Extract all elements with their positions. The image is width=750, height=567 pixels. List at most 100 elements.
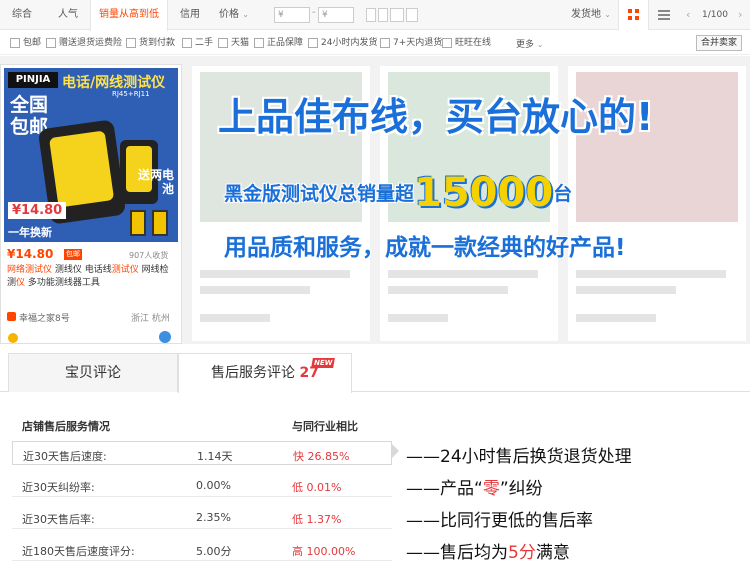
- filter-genuine[interactable]: 正品保障: [254, 37, 303, 51]
- gift-batteries-label: 送两电池: [137, 168, 174, 196]
- free-shipping-badge: 包邮: [64, 249, 82, 260]
- row-compare: 高 100.00%: [292, 545, 356, 558]
- row-value: 5.00分: [196, 545, 232, 558]
- filter-7day-return[interactable]: 7+天内退货: [380, 37, 442, 51]
- title-keyword: 网络测试仪: [7, 265, 53, 275]
- new-badge: NEW: [311, 358, 336, 368]
- row-pointer: [392, 444, 399, 458]
- warranty-label: 一年换新: [8, 226, 52, 239]
- chevron-down-icon: ⌄: [604, 10, 611, 19]
- sort-price[interactable]: 价格 ⌄: [214, 0, 254, 30]
- image-price-tag: ¥14.80: [8, 202, 67, 219]
- sort-popularity[interactable]: 人气: [46, 0, 90, 30]
- shop-link[interactable]: 幸福之家8号: [7, 311, 70, 324]
- title-keyword: 仪: [16, 278, 26, 288]
- chevron-down-icon: ⌄: [536, 40, 544, 49]
- note-text: ”纠纷: [499, 479, 543, 499]
- more-filters-link[interactable]: 更多 ⌄: [516, 37, 544, 50]
- row-label: 近30天纠纷率:: [22, 481, 95, 494]
- note-5-score: ——售后均为5分满意: [406, 538, 570, 563]
- sort-credit[interactable]: 信用: [168, 0, 212, 30]
- title-text: 测线仪 电话线: [52, 265, 112, 275]
- tab-after-sale-label: 售后服务评论: [211, 365, 296, 381]
- banner-slogan-quality: 用品质和服务，成就一款经典的好产品!: [224, 235, 626, 261]
- banner-slogan-sales: 黑金版测试仪总销量超15000台: [224, 170, 572, 216]
- list-icon: [658, 10, 670, 20]
- sales-slogan-suffix: 台: [553, 183, 573, 205]
- tab-product-reviews[interactable]: 宝贝评论: [8, 353, 178, 392]
- list-view-button[interactable]: [648, 0, 678, 30]
- title-keyword: 测试仪: [111, 265, 139, 275]
- note-zero-disputes: ——产品“零”纠纷: [406, 474, 543, 499]
- table-row: 近180天售后速度评分: 5.00分 高 100.00%: [12, 537, 392, 561]
- filter-return-insurance[interactable]: 赠送退货运费险: [46, 37, 122, 51]
- combine-sellers-button[interactable]: 合并卖家: [696, 35, 742, 51]
- filter-wangwang-online[interactable]: 旺旺在线: [442, 37, 491, 51]
- table-header-compare: 与同行业相比: [292, 420, 358, 433]
- row-label: 近30天售后率:: [22, 513, 95, 526]
- histogram-bar: [406, 8, 418, 22]
- prev-page-icon[interactable]: ‹: [686, 0, 690, 30]
- row-value: 2.35%: [196, 511, 231, 524]
- filter-ship-24h[interactable]: 24小时内发货: [308, 37, 377, 51]
- review-tabs: 宝贝评论 售后服务评论 27: [0, 349, 750, 393]
- note-text: ——产品“: [406, 479, 483, 499]
- product-image-title: 电话/网线测试仪: [62, 75, 166, 91]
- row-compare: 快 26.85%: [293, 450, 350, 463]
- note-24h-service: ——24小时售后换货退货处理: [406, 447, 632, 467]
- note-text: ——售后均为: [406, 543, 508, 563]
- banner-slogan-main: 上品佳布线，买台放心的!: [218, 95, 654, 139]
- sort-sales-desc[interactable]: 销量从高到低: [90, 0, 168, 31]
- grid-view-button[interactable]: [618, 0, 648, 30]
- brand-logo: PINJIA: [8, 72, 58, 88]
- chevron-down-icon: ⌄: [242, 10, 249, 19]
- product-title[interactable]: 网络测试仪 测线仪 电话线测试仪 网线检测仪 多功能测线器工具: [7, 264, 175, 290]
- histogram-bar: [366, 8, 376, 22]
- row-label: 近30天售后速度:: [23, 450, 107, 463]
- histogram-bar: [390, 8, 404, 22]
- sort-price-label: 价格: [219, 9, 240, 20]
- row-label: 近180天售后速度评分:: [22, 545, 135, 558]
- product-card[interactable]: PINJIA 电话/网线测试仪 RJ45+RJ11 全国包邮 送两电池 ¥14.…: [0, 64, 182, 344]
- filter-tmall[interactable]: 天猫: [218, 37, 249, 51]
- row-compare: 低 1.37%: [292, 513, 342, 526]
- more-filters-label: 更多: [516, 40, 535, 50]
- product-image[interactable]: PINJIA 电话/网线测试仪 RJ45+RJ11 全国包邮 送两电池 ¥14.…: [4, 68, 178, 242]
- gold-seller-icon: [8, 333, 18, 343]
- price-range-histogram[interactable]: [366, 8, 418, 22]
- note-text: 满意: [535, 543, 570, 563]
- grid-icon: [628, 9, 640, 21]
- filter-second-hand[interactable]: 二手: [182, 37, 213, 51]
- price-min-input[interactable]: ¥: [274, 7, 310, 23]
- wangwang-chat-icon[interactable]: [159, 331, 171, 343]
- row-value: 0.00%: [196, 479, 231, 492]
- note-highlight: 零: [482, 479, 500, 499]
- sort-bar: 综合 人气 销量从高到低 信用 价格 ⌄ ¥ - ¥ 发货地 ⌄ ‹ 1/100…: [0, 0, 750, 31]
- page-indicator: 1/100: [702, 10, 728, 20]
- sales-number: 15000: [414, 170, 554, 216]
- table-row: 近30天售后速度: 1.14天 快 26.85%: [12, 441, 392, 465]
- sort-default[interactable]: 综合: [0, 0, 44, 30]
- note-low-after-sale-rate: ——比同行更低的售后率: [406, 511, 593, 531]
- note-highlight: 5分: [508, 543, 536, 563]
- title-text: 多功能测线器工具: [25, 278, 100, 288]
- histogram-bar: [378, 8, 388, 22]
- price-max-input[interactable]: ¥: [318, 7, 354, 23]
- filter-bar: 包邮 赠送退货运费险 货到付款 二手 天猫 正品保障 24小时内发货 7+天内退…: [0, 31, 750, 55]
- promo-banner: PINJIA 电话/网线测试仪 RJ45+RJ11 全国包邮 送两电池 ¥14.…: [0, 56, 750, 344]
- ship-from-label: 发货地: [571, 9, 602, 20]
- filter-cash-on-delivery[interactable]: 货到付款: [126, 37, 175, 51]
- price-range-dash: -: [312, 7, 316, 18]
- sales-count: 907人收货: [129, 251, 169, 260]
- table-row: 近30天纠纷率: 0.00% 低 0.01%: [12, 473, 392, 497]
- row-compare: 低 0.01%: [292, 481, 342, 494]
- row-value: 1.14天: [197, 450, 233, 463]
- ship-from-select[interactable]: 发货地 ⌄: [566, 0, 616, 30]
- product-price: ¥14.80: [7, 247, 54, 261]
- table-header-service: 店铺售后服务情况: [22, 420, 110, 433]
- product-image-subtitle: RJ45+RJ11: [112, 90, 150, 98]
- battery-icon: [130, 210, 146, 236]
- next-page-icon[interactable]: ›: [738, 0, 742, 30]
- table-row: 近30天售后率: 2.35% 低 1.37%: [12, 505, 392, 529]
- filter-free-shipping[interactable]: 包邮: [10, 37, 41, 51]
